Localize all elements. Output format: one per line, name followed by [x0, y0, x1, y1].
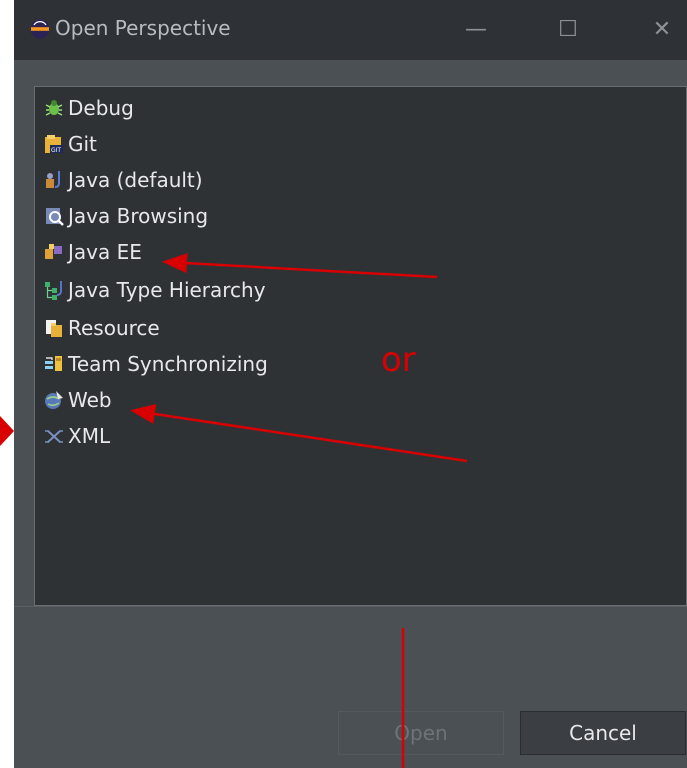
arrow-to-web	[130, 404, 468, 463]
arrow-to-java-ee	[162, 253, 438, 279]
left-pointer-marker	[0, 416, 14, 446]
annotation-arrows	[130, 253, 468, 768]
